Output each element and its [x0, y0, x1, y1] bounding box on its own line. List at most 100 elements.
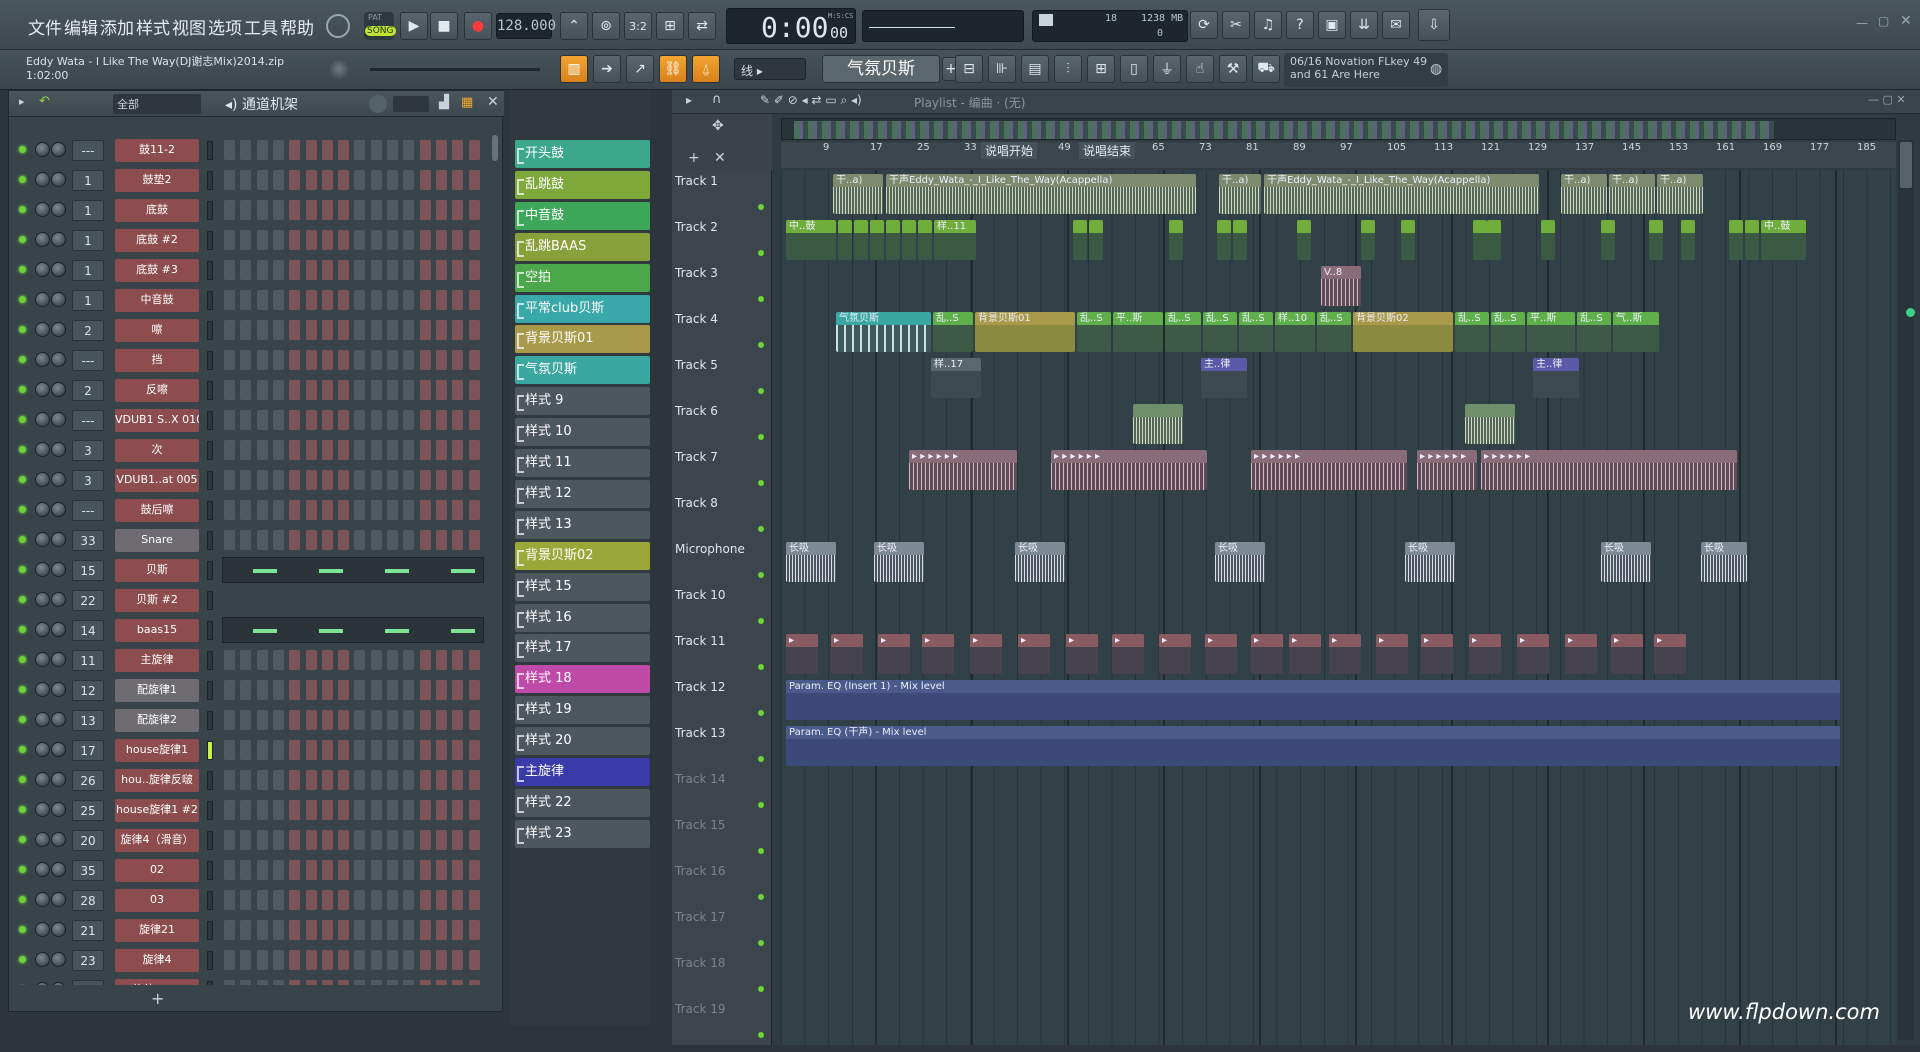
step-button[interactable]: [289, 890, 301, 910]
step-button[interactable]: [224, 350, 235, 370]
step-button[interactable]: [435, 830, 447, 850]
step-button[interactable]: [338, 680, 350, 700]
step-button[interactable]: [321, 860, 333, 880]
step-button[interactable]: [387, 680, 398, 700]
clip-drum[interactable]: [1089, 220, 1103, 260]
step-button[interactable]: [452, 740, 464, 760]
volume-knob[interactable]: [51, 382, 66, 397]
clip-drum[interactable]: [1217, 220, 1231, 260]
step-button[interactable]: [370, 830, 382, 850]
mixer-track-number[interactable]: 23: [72, 950, 104, 971]
step-button[interactable]: [354, 350, 366, 370]
step-button[interactable]: [305, 650, 317, 670]
mixer-track-number[interactable]: 14: [72, 620, 104, 641]
clip-hit[interactable]: ▸: [1469, 634, 1501, 674]
step-button[interactable]: [305, 440, 317, 460]
step-button[interactable]: [224, 650, 235, 670]
step-button[interactable]: [338, 140, 350, 160]
clip-drum[interactable]: [1487, 220, 1501, 260]
clip-drum[interactable]: [838, 220, 852, 260]
volume-knob[interactable]: [51, 922, 66, 937]
step-button[interactable]: [387, 290, 398, 310]
mixer-track-number[interactable]: 15: [72, 560, 104, 581]
menu-help[interactable]: 帮助: [280, 14, 314, 39]
step-button[interactable]: [224, 830, 235, 850]
step-button[interactable]: [387, 410, 398, 430]
mixer-icon[interactable]: ⊟: [955, 55, 983, 83]
step-button[interactable]: [435, 980, 447, 985]
step-button[interactable]: [354, 170, 366, 190]
step-button[interactable]: [468, 830, 480, 850]
clip-drum[interactable]: 中..鼓: [786, 220, 836, 260]
step-button[interactable]: [387, 500, 398, 520]
menu-add[interactable]: 添加: [100, 14, 134, 39]
step-button[interactable]: [272, 950, 284, 970]
step-button[interactable]: [419, 830, 431, 850]
track-mute-led[interactable]: [758, 434, 764, 440]
step-button[interactable]: [289, 800, 301, 820]
step-button[interactable]: [240, 350, 252, 370]
step-button[interactable]: [305, 410, 317, 430]
step-button[interactable]: [354, 860, 366, 880]
step-button[interactable]: [354, 740, 366, 760]
marker-rap-start[interactable]: 说唱开始: [981, 142, 1038, 159]
step-button[interactable]: [240, 980, 252, 985]
volume-knob[interactable]: [51, 442, 66, 457]
channel-select-bar[interactable]: [207, 891, 213, 910]
step-button[interactable]: [289, 230, 301, 250]
step-button[interactable]: [452, 140, 464, 160]
clip-vocal[interactable]: 干..a): [1609, 174, 1655, 214]
pan-knob[interactable]: [35, 922, 50, 937]
step-button[interactable]: [387, 890, 398, 910]
channel-select-bar[interactable]: [207, 651, 213, 670]
step-button[interactable]: [419, 920, 431, 940]
step-button[interactable]: [452, 320, 464, 340]
step-button[interactable]: [338, 650, 350, 670]
clip-mic[interactable]: 长吸: [1215, 542, 1265, 582]
clip-pattern[interactable]: 样..17: [931, 358, 981, 398]
channel-select-bar[interactable]: [207, 471, 213, 490]
minimize-icon[interactable]: —: [1856, 16, 1868, 30]
channel-select-bar[interactable]: [207, 981, 213, 985]
step-button[interactable]: [305, 770, 317, 790]
step-button[interactable]: [435, 680, 447, 700]
clip-drum[interactable]: [854, 220, 868, 260]
channel-led[interactable]: [19, 686, 26, 693]
clip-mic[interactable]: 长吸: [1015, 542, 1065, 582]
clip-hit[interactable]: ▸: [970, 634, 1002, 674]
step-button[interactable]: [305, 500, 317, 520]
step-button[interactable]: [256, 500, 268, 520]
step-button[interactable]: [370, 230, 382, 250]
track-name[interactable]: Track 17: [675, 910, 725, 924]
pan-knob[interactable]: [35, 712, 50, 727]
step-button[interactable]: [305, 290, 317, 310]
step-button[interactable]: [468, 740, 480, 760]
step-button[interactable]: [354, 410, 366, 430]
step-button[interactable]: [435, 260, 447, 280]
channel-select-bar[interactable]: [207, 561, 213, 580]
step-button[interactable]: [240, 440, 252, 460]
step-button[interactable]: [354, 770, 366, 790]
piano-roll-icon[interactable]: ⊪: [988, 55, 1016, 83]
step-button[interactable]: [289, 920, 301, 940]
step-button[interactable]: [452, 770, 464, 790]
step-button[interactable]: [240, 710, 252, 730]
clip-mic[interactable]: 长吸: [1405, 542, 1455, 582]
channel-select-bar[interactable]: [207, 771, 213, 790]
step-button[interactable]: [305, 980, 317, 985]
channel-name-button[interactable]: 中音鼓: [115, 289, 199, 312]
step-button[interactable]: [305, 140, 317, 160]
step-button[interactable]: [305, 260, 317, 280]
step-button[interactable]: [305, 920, 317, 940]
clip-hit[interactable]: ▸: [1112, 634, 1144, 674]
clip-drum[interactable]: [902, 220, 916, 260]
channel-select-bar[interactable]: [207, 531, 213, 550]
step-button[interactable]: [354, 530, 366, 550]
track-mute-led[interactable]: [758, 710, 764, 716]
step-button[interactable]: [224, 260, 235, 280]
clip-vocal[interactable]: 干..a): [1561, 174, 1607, 214]
step-button[interactable]: [435, 320, 447, 340]
step-button[interactable]: [272, 770, 284, 790]
step-button[interactable]: [403, 170, 415, 190]
step-button[interactable]: [354, 260, 366, 280]
